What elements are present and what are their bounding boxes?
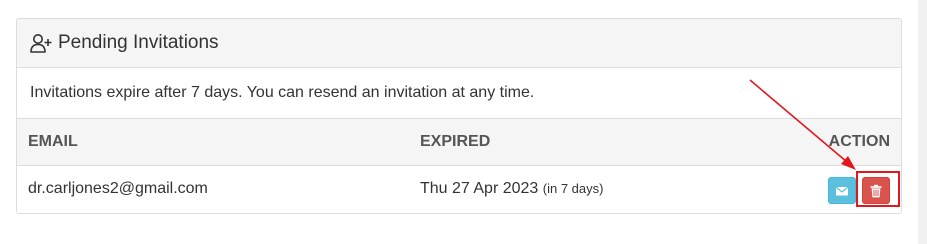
page-scrollbar[interactable] <box>918 0 927 244</box>
resend-invitation-button[interactable] <box>828 177 856 204</box>
panel-title: Pending Invitations <box>58 32 219 53</box>
column-header-action: ACTION <box>828 133 890 150</box>
column-header-email: EMAIL <box>28 133 78 150</box>
expiry-info-text: Invitations expire after 7 days. You can… <box>17 68 901 119</box>
envelope-icon <box>835 186 849 195</box>
invite-expiry-date: Thu 27 Apr 2023 <box>420 180 539 197</box>
user-plus-icon <box>30 34 52 53</box>
invite-expiry: Thu 27 Apr 2023 (in 7 days) <box>420 180 603 198</box>
annotation-highlight-box <box>856 171 900 207</box>
panel-heading: Pending Invitations <box>17 19 901 68</box>
table-row: dr.carljones2@gmail.com Thu 27 Apr 2023 … <box>17 166 901 213</box>
invite-email: dr.carljones2@gmail.com <box>28 180 208 197</box>
column-header-expired: EXPIRED <box>420 133 491 150</box>
table-header-row: EMAIL EXPIRED ACTION <box>17 119 901 166</box>
pending-invitations-panel: Pending Invitations Invitations expire a… <box>16 18 902 214</box>
invite-expiry-relative: (in 7 days) <box>542 181 604 196</box>
